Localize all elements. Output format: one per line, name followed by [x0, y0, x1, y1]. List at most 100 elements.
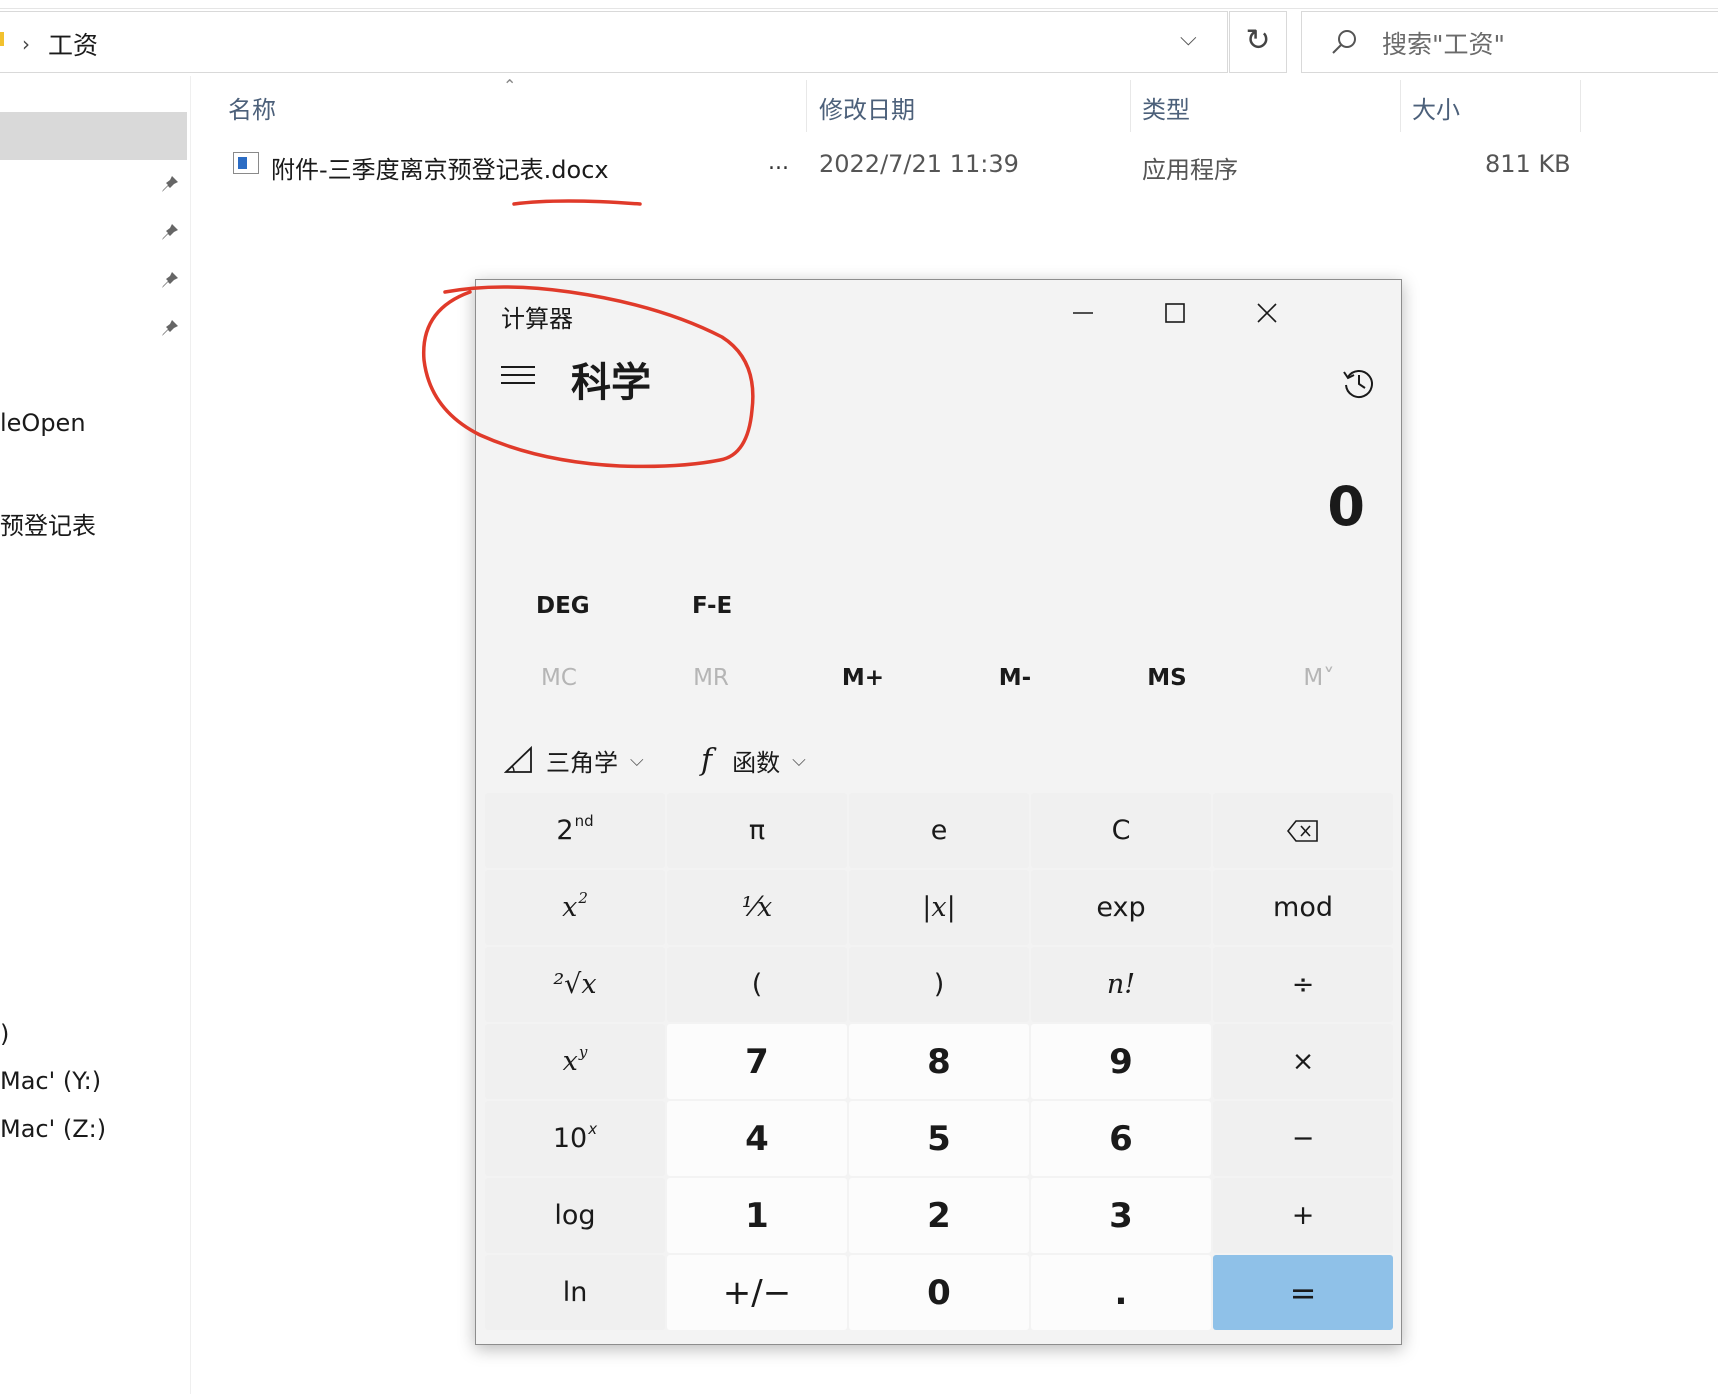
search-icon [1332, 30, 1356, 54]
search-placeholder: 搜索"工资" [1382, 30, 1505, 59]
minimize-button[interactable] [1048, 288, 1118, 338]
minimize-icon [1073, 312, 1093, 314]
clear-button[interactable]: C [1031, 793, 1211, 868]
absolute-value-button[interactable]: |x| [849, 870, 1029, 945]
pi-button[interactable]: π [667, 793, 847, 868]
search-input[interactable]: 搜索"工资" [1301, 11, 1718, 73]
ln-button[interactable]: ln [485, 1255, 665, 1330]
digit-6-button[interactable]: 6 [1031, 1101, 1211, 1176]
digit-5-button[interactable]: 5 [849, 1101, 1029, 1176]
annotation-underline [512, 199, 642, 206]
menu-hamburger-icon[interactable] [501, 360, 535, 388]
mod-button[interactable]: mod [1213, 870, 1393, 945]
log-button[interactable]: log [485, 1178, 665, 1253]
calculator-mode-title: 科学 [571, 360, 651, 406]
nav-selected-item[interactable] [0, 112, 187, 160]
factorial-button[interactable]: n! [1031, 947, 1211, 1022]
close-icon [1257, 303, 1277, 323]
address-dropdown-icon[interactable]: ⌵ [1180, 26, 1197, 51]
digit-9-button[interactable]: 9 [1031, 1024, 1211, 1099]
trigonometry-dropdown[interactable]: 三角学 ⌵ [504, 735, 644, 785]
column-separator[interactable] [806, 80, 807, 132]
function-f-icon: 𝑓 [701, 742, 713, 778]
fe-toggle-button[interactable]: F-E [692, 593, 732, 619]
ten-power-button[interactable]: 10 x [485, 1101, 665, 1176]
column-separator[interactable] [1580, 80, 1581, 132]
digit-2-button[interactable]: 2 [849, 1178, 1029, 1253]
calculator-window[interactable]: 计算器 科学 0 DEG F-E MC MR M+ M- MS M˅ 三角学 ⌵… [475, 279, 1402, 1345]
memory-clear-button[interactable]: MC [499, 665, 619, 691]
maximize-icon [1165, 303, 1185, 323]
column-separator[interactable] [1130, 80, 1131, 132]
nav-item-registration[interactable]: 预登记表 [0, 506, 96, 541]
calculator-title: 计算器 [501, 305, 573, 333]
refresh-button[interactable]: ↻ [1229, 11, 1287, 73]
file-row-type[interactable]: 应用程序 [1142, 150, 1238, 185]
column-separator[interactable] [1400, 80, 1401, 132]
column-header-date[interactable]: 修改日期 [819, 90, 915, 125]
equals-button[interactable]: = [1213, 1255, 1393, 1330]
square-label: x [562, 892, 578, 923]
power-sup: y [578, 1042, 588, 1061]
power-button[interactable]: xy [485, 1024, 665, 1099]
negate-button[interactable]: +/− [667, 1255, 847, 1330]
digit-8-button[interactable]: 8 [849, 1024, 1029, 1099]
digit-4-button[interactable]: 4 [667, 1101, 847, 1176]
trigonometry-label: 三角学 [546, 748, 618, 777]
memory-recall-button[interactable]: MR [651, 665, 771, 691]
second-sup: nd [574, 811, 594, 830]
ten-power-label: 10 [552, 1123, 588, 1154]
column-header-size[interactable]: 大小 [1412, 90, 1460, 125]
angle-unit-button[interactable]: DEG [536, 593, 590, 619]
file-row-date[interactable]: 2022/7/21 11:39 [819, 150, 1019, 178]
memory-add-button[interactable]: M+ [803, 665, 923, 691]
memory-subtract-button[interactable]: M- [955, 665, 1075, 691]
memory-store-button[interactable]: MS [1107, 665, 1227, 691]
backspace-button[interactable] [1213, 793, 1393, 868]
history-icon[interactable] [1341, 365, 1377, 401]
breadcrumb-chevron-icon[interactable]: › [22, 32, 30, 56]
digit-0-button[interactable]: 0 [849, 1255, 1029, 1330]
square-button[interactable]: x2 [485, 870, 665, 945]
file-name-ellipsis: ... [768, 150, 789, 175]
calculator-keypad: 2nd π e C x2 ¹⁄x |x| exp mod ²√x ( ) n! … [485, 793, 1393, 1337]
memory-list-button[interactable]: M˅ [1259, 665, 1379, 691]
nav-item-drive[interactable]: ) [0, 1020, 9, 1048]
nav-item-drive-y[interactable]: Mac' (Y:) [0, 1067, 101, 1095]
exp-button[interactable]: exp [1031, 870, 1211, 945]
pin-icon[interactable] [160, 270, 180, 290]
close-button[interactable] [1232, 288, 1302, 338]
docx-file-icon[interactable] [233, 152, 259, 174]
multiply-button[interactable]: × [1213, 1024, 1393, 1099]
left-paren-button[interactable]: ( [667, 947, 847, 1022]
power-label: x [562, 1046, 578, 1077]
triangle-icon [504, 745, 532, 773]
minus-button[interactable]: − [1213, 1101, 1393, 1176]
divide-button[interactable]: ÷ [1213, 947, 1393, 1022]
second-label: 2 [556, 815, 574, 846]
nav-item-drive-z[interactable]: Mac' (Z:) [0, 1115, 106, 1143]
euler-button[interactable]: e [849, 793, 1029, 868]
square-root-button[interactable]: ²√x [485, 947, 665, 1022]
second-function-button[interactable]: 2nd [485, 793, 665, 868]
pin-icon[interactable] [160, 222, 180, 242]
digit-1-button[interactable]: 1 [667, 1178, 847, 1253]
file-row-name[interactable]: 附件-三季度离京预登记表.docx [271, 150, 609, 185]
digit-7-button[interactable]: 7 [667, 1024, 847, 1099]
nav-item-leopen[interactable]: leOpen [0, 409, 86, 437]
plus-button[interactable]: + [1213, 1178, 1393, 1253]
digit-3-button[interactable]: 3 [1031, 1178, 1211, 1253]
maximize-button[interactable] [1140, 288, 1210, 338]
file-row-size[interactable]: 811 KB [1485, 150, 1571, 178]
reciprocal-button[interactable]: ¹⁄x [667, 870, 847, 945]
pin-icon[interactable] [160, 318, 180, 338]
address-current-folder[interactable]: 工资 [48, 26, 98, 62]
column-header-name[interactable]: 名称 [228, 90, 276, 125]
function-dropdown[interactable]: 𝑓 函数 ⌵ [701, 735, 806, 785]
pin-icon[interactable] [160, 174, 180, 194]
column-header-type[interactable]: 类型 [1142, 90, 1190, 125]
folder-icon [0, 32, 4, 46]
right-paren-button[interactable]: ) [849, 947, 1029, 1022]
address-bar[interactable]: › 工资 ⌵ [0, 11, 1228, 73]
decimal-button[interactable]: . [1031, 1255, 1211, 1330]
